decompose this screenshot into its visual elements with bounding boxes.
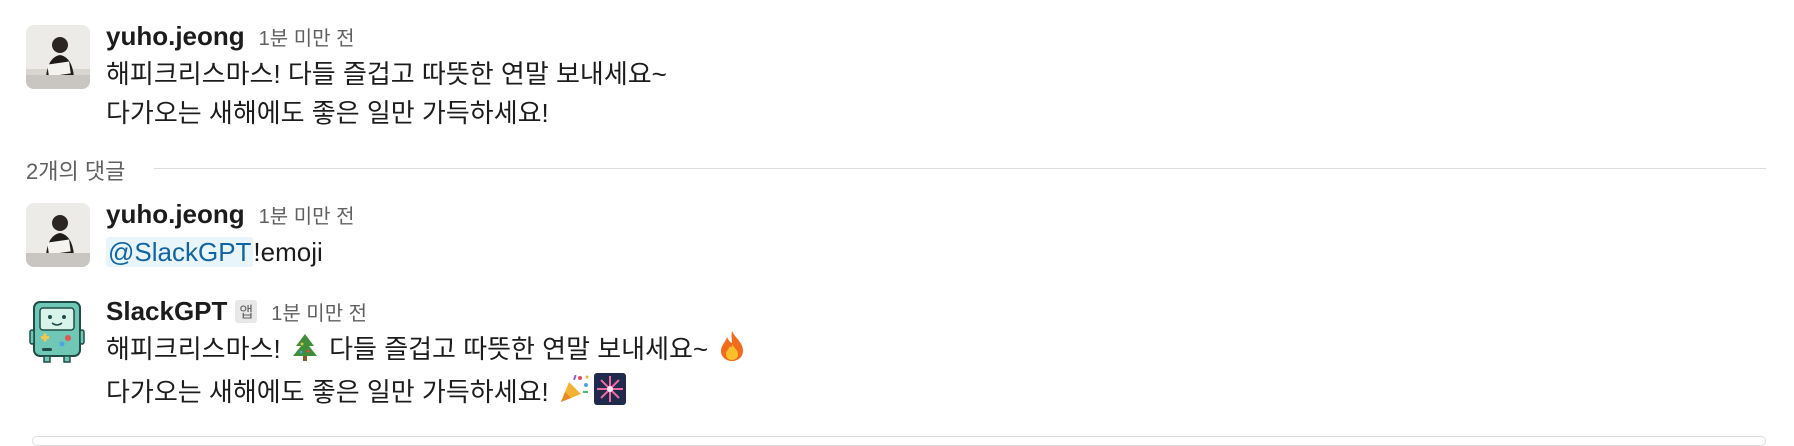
text-segment: 다가오는 새해에도 좋은 일만 가득하세요! — [106, 377, 549, 407]
robot-icon — [29, 301, 85, 363]
timestamp[interactable]: 1분 미만 전 — [271, 297, 367, 326]
avatar[interactable] — [26, 203, 90, 267]
author-name[interactable]: yuho.jeong — [106, 21, 245, 52]
user-photo-icon — [26, 203, 90, 267]
timestamp[interactable]: 1분 미만 전 — [259, 22, 355, 51]
message-meta: yuho.jeong 1분 미만 전 — [106, 199, 355, 233]
message-meta: yuho.jeong 1분 미만 전 — [106, 21, 667, 55]
reply-count: 2개의 댓글 — [26, 159, 126, 184]
message-composer-edge — [32, 436, 1766, 446]
text-segment: 다들 즐겁고 따뜻한 연말 보내세요~ — [329, 334, 709, 364]
fire-icon[interactable] — [717, 330, 747, 373]
timestamp[interactable]: 1분 미만 전 — [259, 200, 355, 229]
message-content: yuho.jeong 1분 미만 전 @SlackGPT!emoji — [106, 199, 355, 272]
message-text-line: 다가오는 새해에도 좋은 일만 가득하세요! — [106, 373, 749, 416]
message-text-line: @SlackGPT!emoji — [106, 233, 355, 272]
message-text-line: 다가오는 새해에도 좋은 일만 가득하세요! — [106, 98, 549, 128]
mention-link[interactable]: @SlackGPT — [106, 237, 254, 267]
bot-avatar[interactable] — [26, 300, 90, 364]
message-text-line: 해피크리스마스! 다들 즐겁고 따뜻한 연말 보내세요~ — [106, 330, 749, 373]
reply-count-divider: 2개의 댓글 — [26, 154, 1766, 184]
author-name[interactable]: SlackGPT — [106, 296, 227, 327]
christmas-tree-icon[interactable] — [290, 332, 320, 373]
party-popper-icon[interactable] — [558, 373, 590, 416]
text-segment: 해피크리스마스! — [106, 334, 281, 364]
command-text: !emoji — [253, 237, 323, 267]
user-photo-icon — [26, 25, 90, 89]
divider-line — [154, 168, 1766, 169]
message-text-line: 해피크리스마스! 다들 즐겁고 따뜻한 연말 보내세요~ — [106, 59, 667, 89]
message-content: SlackGPT 앱 1분 미만 전 해피크리스마스! 다들 즐겁고 따뜻한 연… — [106, 296, 749, 416]
avatar[interactable] — [26, 25, 90, 89]
message-content: yuho.jeong 1분 미만 전 해피크리스마스! 다들 즐겁고 따뜻한 연… — [106, 21, 667, 133]
fireworks-icon[interactable] — [594, 373, 626, 416]
message-meta: SlackGPT 앱 1분 미만 전 — [106, 296, 749, 330]
app-badge: 앱 — [235, 300, 258, 323]
author-name[interactable]: yuho.jeong — [106, 199, 245, 230]
